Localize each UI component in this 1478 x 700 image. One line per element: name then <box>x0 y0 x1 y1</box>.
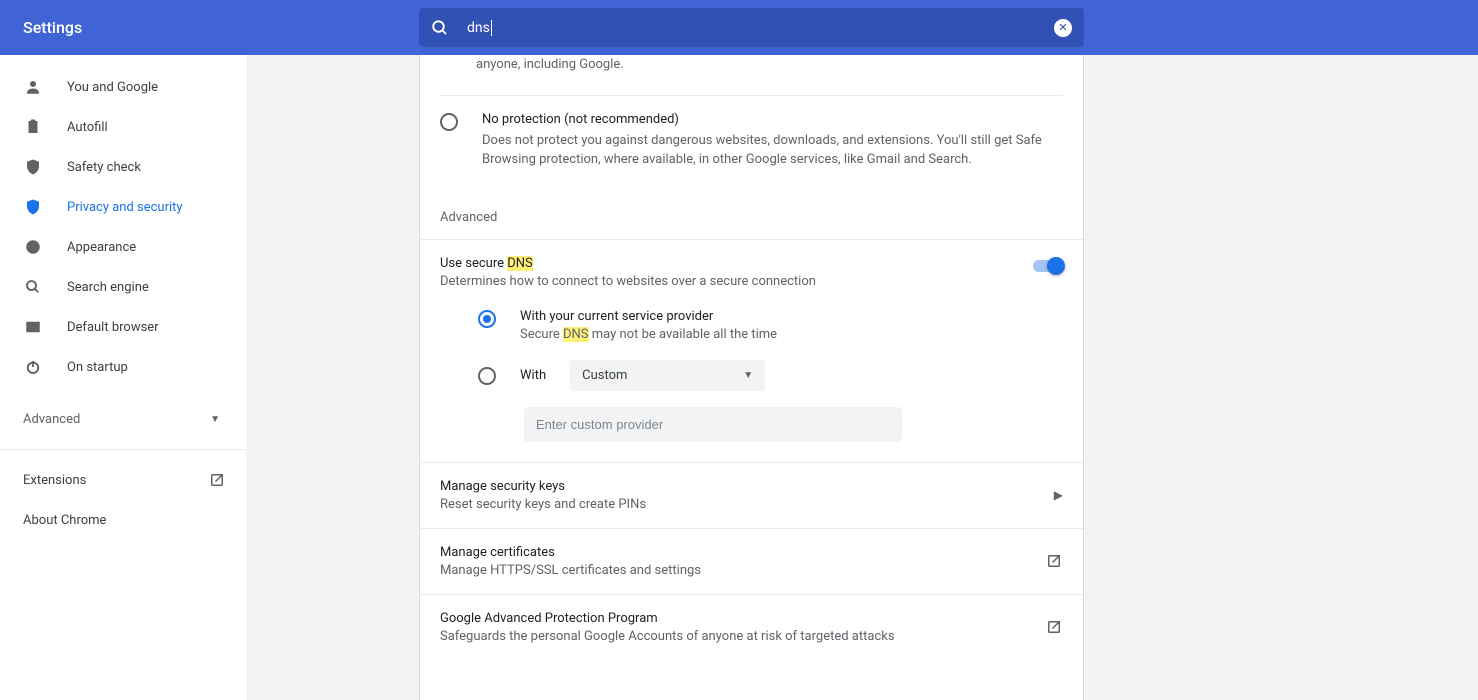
sidebar-item-label: You and Google <box>67 80 158 95</box>
secure-dns-row: Use secure DNS Determines how to connect… <box>420 240 1083 289</box>
sidebar-item-autofill[interactable]: Autofill <box>0 107 246 147</box>
sidebar-item-privacy-security[interactable]: Privacy and security <box>0 187 246 227</box>
dns-option-current-provider[interactable]: With your current service provider Secur… <box>478 299 1063 352</box>
sidebar-item-you-and-google[interactable]: You and Google <box>0 67 246 107</box>
shield-icon <box>23 198 43 216</box>
chevron-down-icon: ▼ <box>743 370 753 381</box>
radio-unchecked-icon[interactable] <box>440 113 458 131</box>
chevron-down-icon: ▼ <box>210 414 220 425</box>
custom-dns-input[interactable] <box>524 407 902 442</box>
sidebar-item-label: Autofill <box>67 120 108 135</box>
palette-icon <box>23 238 43 256</box>
browser-icon <box>23 318 43 336</box>
dns-with-label: With <box>520 368 546 383</box>
sidebar-item-label: On startup <box>67 360 128 375</box>
sidebar-item-label: Default browser <box>67 320 159 335</box>
radio-unchecked-icon[interactable] <box>478 367 496 385</box>
settings-content: anyone, including Google. No protection … <box>419 55 1084 700</box>
secure-dns-title: Use secure DNS <box>440 256 1033 271</box>
sidebar-item-search-engine[interactable]: Search engine <box>0 267 246 307</box>
person-icon <box>23 78 43 96</box>
sidebar-item-label: Search engine <box>67 280 149 295</box>
search-container[interactable]: dns ✕ <box>419 8 1084 47</box>
external-link-icon <box>1045 618 1063 636</box>
sidebar-about-label: About Chrome <box>23 513 106 528</box>
sidebar-extensions[interactable]: Extensions <box>0 460 246 500</box>
certificates-desc: Manage HTTPS/SSL certificates and settin… <box>440 563 701 578</box>
security-keys-desc: Reset security keys and create PINs <box>440 497 646 512</box>
sidebar-item-safety-check[interactable]: Safety check <box>0 147 246 187</box>
sidebar-item-label: Privacy and security <box>67 200 183 215</box>
external-link-icon <box>208 471 226 489</box>
sidebar-about-chrome[interactable]: About Chrome <box>0 500 246 540</box>
no-protection-option[interactable]: No protection (not recommended) Does not… <box>420 96 1083 186</box>
gapp-title: Google Advanced Protection Program <box>440 611 895 626</box>
certificates-title: Manage certificates <box>440 545 701 560</box>
sidebar: You and Google Autofill Safety check Pri… <box>0 55 246 700</box>
sidebar-item-default-browser[interactable]: Default browser <box>0 307 246 347</box>
clear-search-icon[interactable]: ✕ <box>1054 19 1072 37</box>
sidebar-extensions-label: Extensions <box>23 473 86 488</box>
external-link-icon <box>1045 552 1063 570</box>
manage-certificates-row[interactable]: Manage certificates Manage HTTPS/SSL cer… <box>420 529 1083 594</box>
sidebar-item-on-startup[interactable]: On startup <box>0 347 246 387</box>
dns-provider-select[interactable]: Custom ▼ <box>570 360 765 391</box>
dns-option-with-custom[interactable]: With Custom ▼ <box>478 352 1063 399</box>
secure-dns-desc: Determines how to connect to websites ov… <box>440 274 1033 289</box>
chevron-right-icon: ▶ <box>1054 488 1063 502</box>
dns-opt1-desc: Secure DNS may not be available all the … <box>520 327 1063 342</box>
security-keys-title: Manage security keys <box>440 479 646 494</box>
no-protection-title: No protection (not recommended) <box>482 112 1063 127</box>
header: Settings dns ✕ <box>0 0 1478 55</box>
secure-dns-toggle[interactable] <box>1033 260 1063 272</box>
no-protection-desc: Does not protect you against dangerous w… <box>482 131 1063 170</box>
sidebar-advanced-label: Advanced <box>23 412 80 427</box>
page-title: Settings <box>23 18 82 37</box>
sidebar-item-label: Appearance <box>67 240 136 255</box>
clipboard-icon <box>23 118 43 136</box>
shield-check-icon <box>23 158 43 176</box>
sidebar-item-label: Safety check <box>67 160 141 175</box>
advanced-section-header: Advanced <box>420 186 1083 239</box>
sidebar-advanced-toggle[interactable]: Advanced ▼ <box>0 399 246 439</box>
truncated-text: anyone, including Google. <box>420 55 1083 95</box>
manage-security-keys-row[interactable]: Manage security keys Reset security keys… <box>420 463 1083 528</box>
highlight: DNS <box>563 327 589 342</box>
sidebar-item-appearance[interactable]: Appearance <box>0 227 246 267</box>
search-icon <box>431 19 449 37</box>
dns-opt1-title: With your current service provider <box>520 309 1063 324</box>
highlight: DNS <box>507 256 533 271</box>
radio-checked-icon[interactable] <box>478 310 496 328</box>
select-value: Custom <box>582 368 627 383</box>
power-icon <box>23 358 43 376</box>
search-input[interactable]: dns <box>467 20 492 36</box>
gapp-desc: Safeguards the personal Google Accounts … <box>440 629 895 644</box>
google-advanced-protection-row[interactable]: Google Advanced Protection Program Safeg… <box>420 595 1083 660</box>
search-icon <box>23 278 43 296</box>
